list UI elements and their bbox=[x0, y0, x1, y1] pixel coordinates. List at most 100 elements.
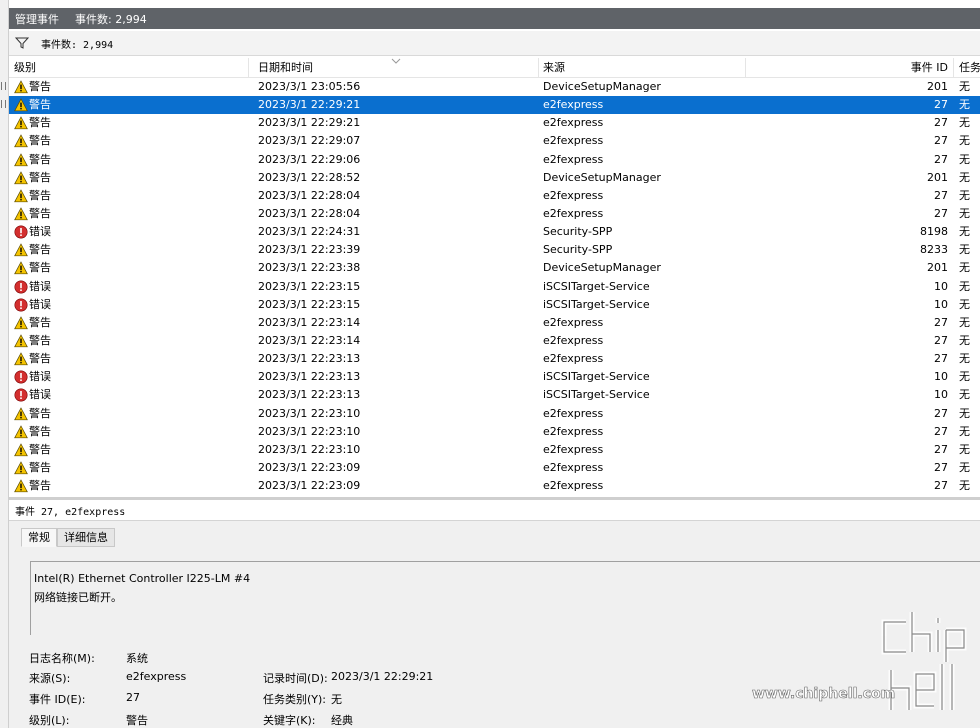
cell-task: 无 bbox=[959, 314, 970, 332]
cell-source-text: e2fexpress bbox=[543, 206, 604, 220]
strip-marker bbox=[1, 82, 6, 90]
filter-icon[interactable] bbox=[15, 36, 29, 50]
cell-source-text: e2fexpress bbox=[543, 479, 604, 493]
table-row[interactable]: 错误 2023/3/1 22:24:31 Security-SPP 8198 无 bbox=[9, 223, 980, 241]
cell-level: 警告 bbox=[14, 350, 51, 368]
table-row[interactable]: 警告 2023/3/1 22:23:14 e2fexpress 27 无 bbox=[9, 332, 980, 350]
cell-date: 2023/3/1 22:23:10 bbox=[258, 405, 360, 423]
prop-value-level: 警告 bbox=[126, 714, 148, 727]
cell-level: 错误 bbox=[14, 296, 51, 314]
table-row[interactable]: 警告 2023/3/1 22:23:09 e2fexpress 27 无 bbox=[9, 459, 980, 477]
table-row[interactable]: 警告 2023/3/1 22:23:38 DeviceSetupManager 201… bbox=[9, 259, 980, 277]
cell-task-text: 无 bbox=[959, 315, 970, 329]
cell-task-text: 无 bbox=[959, 134, 970, 148]
cell-date-text: 2023/3/1 22:29:21 bbox=[258, 98, 361, 112]
cell-date-text: 2023/3/1 22:23:13 bbox=[258, 352, 361, 366]
prop-value-logged: 2023/3/1 22:29:21 bbox=[331, 670, 434, 683]
table-row[interactable]: 警告 2023/3/1 22:23:09 e2fexpress 27 无 bbox=[9, 477, 980, 495]
cell-event-id: 201 bbox=[879, 78, 948, 96]
table-row[interactable]: 警告 2023/3/1 22:29:21 e2fexpress 27 无 bbox=[9, 96, 980, 115]
cell-event-id-text: 27 bbox=[934, 333, 948, 347]
detail-tabs: 常规 详细信息 bbox=[21, 528, 115, 547]
cell-task-text: 无 bbox=[959, 188, 970, 202]
error-icon bbox=[14, 370, 28, 384]
cell-task: 无 bbox=[959, 350, 970, 368]
cell-source-text: e2fexpress bbox=[543, 352, 604, 366]
cell-event-id-text: 27 bbox=[934, 98, 948, 112]
cell-date-text: 2023/3/1 22:28:04 bbox=[258, 188, 361, 202]
table-row[interactable]: 警告 2023/3/1 22:23:10 e2fexpress 27 无 bbox=[9, 405, 980, 423]
cell-date-text: 2023/3/1 22:23:09 bbox=[258, 460, 361, 474]
table-row[interactable]: 警告 2023/3/1 22:28:52 DeviceSetupManager 201… bbox=[9, 169, 980, 187]
table-row[interactable]: 警告 2023/3/1 22:28:04 e2fexpress 27 无 bbox=[9, 187, 980, 205]
error-icon bbox=[14, 225, 28, 239]
table-row[interactable]: 错误 2023/3/1 22:23:13 iSCSITarget-Service 10… bbox=[9, 368, 980, 386]
cell-date: 2023/3/1 22:28:52 bbox=[258, 169, 360, 187]
cell-date-text: 2023/3/1 22:23:38 bbox=[258, 261, 361, 275]
cell-source-text: iSCSITarget-Service bbox=[543, 279, 650, 293]
table-row[interactable]: 警告 2023/3/1 22:29:06 e2fexpress 27 无 bbox=[9, 151, 980, 169]
cell-level-text: 警告 bbox=[29, 188, 51, 202]
cell-event-id-text: 27 bbox=[934, 406, 948, 420]
cell-date: 2023/3/1 22:23:38 bbox=[258, 259, 360, 277]
cell-date: 2023/3/1 22:23:15 bbox=[258, 278, 360, 296]
column-header-source[interactable]: 来源 bbox=[538, 58, 746, 78]
cell-task: 无 bbox=[959, 259, 970, 277]
cell-event-id: 8233 bbox=[879, 241, 948, 259]
cell-event-id: 27 bbox=[879, 205, 948, 223]
table-row[interactable]: 警告 2023/3/1 22:23:13 e2fexpress 27 无 bbox=[9, 350, 980, 368]
column-header-event-id[interactable]: 事件 ID bbox=[746, 58, 954, 78]
cell-date: 2023/3/1 22:29:07 bbox=[258, 132, 360, 150]
prop-value-event-id: 27 bbox=[126, 691, 140, 704]
cell-level-text: 警告 bbox=[29, 352, 51, 366]
tab-general[interactable]: 常规 bbox=[21, 528, 57, 547]
table-row[interactable]: 警告 2023/3/1 22:29:07 e2fexpress 27 无 bbox=[9, 132, 980, 150]
cell-event-id: 27 bbox=[879, 187, 948, 205]
cell-task: 无 bbox=[959, 78, 970, 96]
cell-level: 警告 bbox=[14, 459, 51, 477]
column-header-level[interactable]: 级别 bbox=[9, 58, 249, 78]
cell-source: DeviceSetupManager bbox=[543, 169, 661, 187]
warning-icon bbox=[14, 316, 28, 330]
column-header-task[interactable]: 任务 bbox=[954, 58, 980, 78]
table-row[interactable]: 警告 2023/3/1 22:23:10 e2fexpress 27 无 bbox=[9, 423, 980, 441]
cell-source: iSCSITarget-Service bbox=[543, 296, 650, 314]
cell-source: e2fexpress bbox=[543, 187, 603, 205]
cell-task-text: 无 bbox=[959, 388, 970, 402]
cell-source-text: iSCSITarget-Service bbox=[543, 370, 650, 384]
cell-task: 无 bbox=[959, 423, 970, 441]
cell-source-text: DeviceSetupManager bbox=[543, 170, 661, 184]
table-row[interactable]: 警告 2023/3/1 22:23:10 e2fexpress 27 无 bbox=[9, 441, 980, 459]
table-row[interactable]: 警告 2023/3/1 23:05:56 DeviceSetupManager 201… bbox=[9, 78, 980, 96]
cell-event-id: 27 bbox=[879, 405, 948, 423]
tab-details[interactable]: 详细信息 bbox=[57, 528, 115, 547]
cell-event-id-text: 201 bbox=[927, 170, 948, 184]
table-row[interactable]: 错误 2023/3/1 22:23:15 iSCSITarget-Service 10… bbox=[9, 296, 980, 314]
cell-date-text: 2023/3/1 22:23:10 bbox=[258, 442, 361, 456]
cell-event-id: 27 bbox=[879, 423, 948, 441]
table-row[interactable]: 警告 2023/3/1 22:23:14 e2fexpress 27 无 bbox=[9, 314, 980, 332]
cell-level: 警告 bbox=[14, 151, 51, 169]
cell-date-text: 2023/3/1 22:23:10 bbox=[258, 424, 361, 438]
table-row[interactable]: 错误 2023/3/1 22:23:15 iSCSITarget-Service 10… bbox=[9, 278, 980, 296]
cell-event-id-text: 27 bbox=[934, 206, 948, 220]
table-row[interactable]: 警告 2023/3/1 22:23:39 Security-SPP 8233 无 bbox=[9, 241, 980, 259]
cell-task-text: 无 bbox=[959, 297, 970, 311]
cell-task-text: 无 bbox=[959, 225, 970, 239]
table-row[interactable]: 错误 2023/3/1 22:23:13 iSCSITarget-Service 10… bbox=[9, 386, 980, 404]
cell-date: 2023/3/1 22:23:14 bbox=[258, 332, 360, 350]
cell-date: 2023/3/1 22:23:10 bbox=[258, 441, 360, 459]
warning-icon bbox=[14, 479, 28, 493]
cell-task: 无 bbox=[959, 441, 970, 459]
cell-event-id-text: 27 bbox=[934, 134, 948, 148]
cell-source-text: iSCSITarget-Service bbox=[543, 297, 650, 311]
cell-event-id-text: 27 bbox=[934, 460, 948, 474]
cell-source-text: Security-SPP bbox=[543, 243, 613, 257]
table-row[interactable]: 警告 2023/3/1 22:29:21 e2fexpress 27 无 bbox=[9, 114, 980, 132]
cell-event-id-text: 8233 bbox=[920, 243, 948, 257]
cell-event-id-text: 201 bbox=[927, 80, 948, 93]
table-row[interactable]: 警告 2023/3/1 22:28:04 e2fexpress 27 无 bbox=[9, 205, 980, 223]
cell-date-text: 2023/3/1 22:23:10 bbox=[258, 406, 361, 420]
error-icon bbox=[14, 280, 28, 294]
cell-task: 无 bbox=[959, 169, 970, 187]
